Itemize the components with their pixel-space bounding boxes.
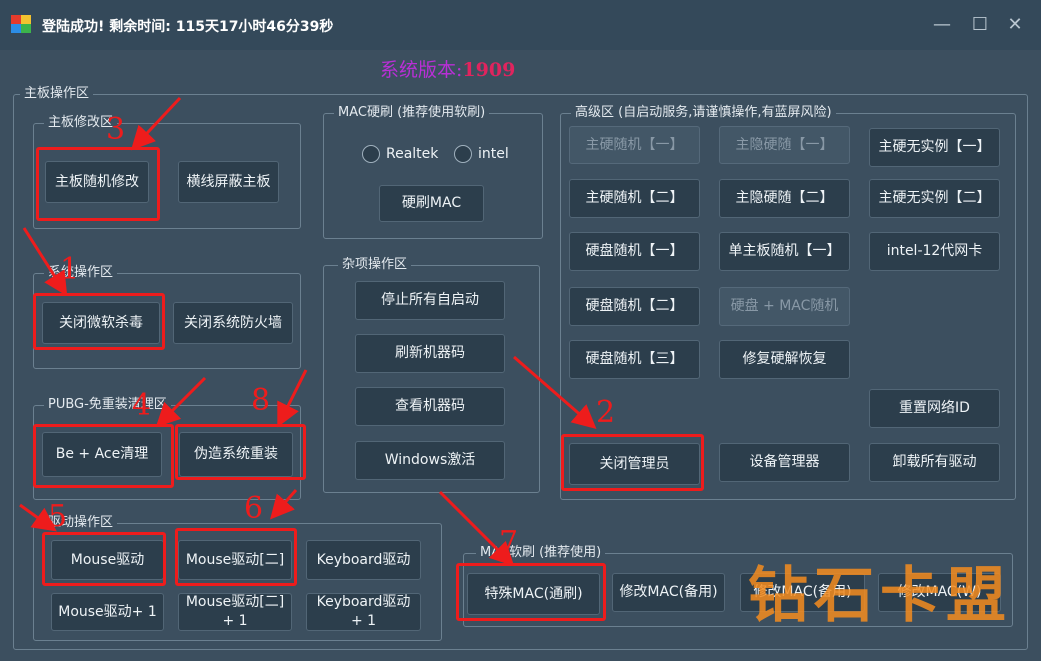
annotation-number-3: 3: [106, 112, 126, 147]
watermark: 钻石卡盟: [748, 561, 1012, 631]
annotation-number-4: 4: [132, 388, 152, 423]
annotation-number-8: 8: [251, 383, 271, 418]
arrow-8: [277, 369, 308, 428]
arrow-4: [155, 376, 207, 428]
annotation-number-5: 5: [48, 499, 68, 534]
arrow-1: [22, 227, 68, 297]
arrow-3: [130, 96, 182, 151]
arrow-2: [513, 355, 597, 429]
annotation-number-7: 7: [499, 525, 519, 560]
annotation-number-1: 1: [60, 252, 80, 287]
arrow-6: [270, 489, 298, 520]
annotation-number-2: 2: [596, 395, 616, 430]
annotation-number-6: 6: [244, 491, 264, 526]
